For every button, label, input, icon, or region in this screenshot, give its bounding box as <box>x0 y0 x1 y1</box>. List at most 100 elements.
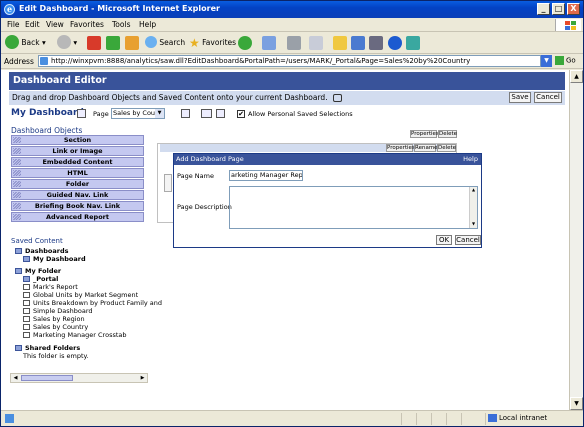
tree-report[interactable]: Global Units by Market Segment <box>23 291 138 299</box>
page-name-input[interactable]: arketing Manager Reports <box>229 170 303 181</box>
object-advanced-report[interactable]: Advanced Report <box>11 212 144 222</box>
allow-selections-label: Allow Personal Saved Selections <box>248 110 353 118</box>
object-folder[interactable]: Folder <box>11 179 144 189</box>
section-properties-button[interactable]: Properties <box>410 130 439 138</box>
folder-icon[interactable] <box>333 36 347 50</box>
forward-arrow-icon <box>57 35 71 49</box>
home-icon[interactable] <box>125 36 139 50</box>
scroll-down-icon[interactable]: ▼ <box>470 221 477 228</box>
page-select[interactable]: Sales by Country ▼ <box>111 108 165 119</box>
folder-icon <box>15 268 22 274</box>
maximize-button[interactable]: □ <box>552 3 565 15</box>
zone-label: Local intranet <box>499 414 548 422</box>
media-icon[interactable] <box>238 36 252 50</box>
tree-my-dashboard[interactable]: My Dashboard <box>23 255 86 263</box>
save-button[interactable]: Save <box>509 92 531 103</box>
column-rename-button[interactable]: Rename <box>414 144 438 152</box>
scroll-up-icon[interactable]: ▲ <box>570 70 583 83</box>
section-delete-button[interactable]: Delete <box>438 130 457 138</box>
cancel-button[interactable]: Cancel <box>534 92 562 103</box>
dialog-cancel-button[interactable]: Cancel <box>455 235 481 245</box>
column-properties-button[interactable]: Properties <box>386 144 415 152</box>
page-order-icon[interactable] <box>216 109 225 118</box>
tree-label: Simple Dashboard <box>33 307 93 315</box>
object-html[interactable]: HTML <box>11 168 144 178</box>
favorites-button[interactable]: ★ Favorites <box>189 35 236 51</box>
object-label: Guided Nav. Link <box>46 191 109 199</box>
dialog-title: Add Dashboard Page <box>174 154 481 165</box>
mail-icon[interactable] <box>262 36 276 50</box>
close-button[interactable]: X <box>567 3 580 15</box>
dashboard-properties-icon[interactable] <box>77 109 86 118</box>
research-icon[interactable] <box>369 36 383 50</box>
info-icon[interactable] <box>332 94 342 102</box>
tree-label: My Folder <box>25 267 62 275</box>
print-icon[interactable] <box>287 36 301 50</box>
object-label: Advanced Report <box>46 213 109 221</box>
folder-icon <box>15 345 22 351</box>
discuss-icon[interactable] <box>406 36 420 50</box>
tree-report[interactable]: Sales by Country <box>23 323 88 331</box>
browser-toolbar: Back ▾ ▾ Search ★ Favorites <box>1 32 583 54</box>
search-button[interactable]: Search <box>145 35 185 51</box>
tree-label: Shared Folders <box>25 344 81 352</box>
refresh-icon[interactable] <box>106 36 120 50</box>
dialog-ok-button[interactable]: OK <box>436 235 452 245</box>
menu-tools[interactable]: Tools <box>112 20 130 29</box>
status-divider <box>485 413 486 425</box>
edit-icon[interactable] <box>309 36 323 50</box>
scroll-down-icon[interactable]: ▼ <box>570 397 583 410</box>
tree-report[interactable]: Simple Dashboard <box>23 307 93 315</box>
object-briefing-book-link[interactable]: Briefing Book Nav. Link <box>11 201 144 211</box>
textarea-scrollbar[interactable]: ▲ ▼ <box>469 187 477 228</box>
dialog-help-link[interactable]: Help <box>463 154 478 165</box>
address-bar: Address http://winxpvm:8888/analytics/sa… <box>1 54 583 69</box>
stop-icon[interactable] <box>87 36 101 50</box>
tree-report[interactable]: Mark's Report <box>23 283 78 291</box>
object-link-image[interactable]: Link or Image <box>11 146 144 156</box>
messenger-icon[interactable] <box>351 36 365 50</box>
tree-label: Dashboards <box>25 247 69 255</box>
object-section[interactable]: Section <box>11 135 144 145</box>
scroll-thumb[interactable] <box>21 375 73 381</box>
menu-file[interactable]: File <box>7 20 20 29</box>
bluetooth-icon[interactable] <box>388 36 402 50</box>
address-dropdown[interactable]: ▼ <box>541 55 552 67</box>
tree-my-folder[interactable]: My Folder <box>15 267 61 275</box>
menu-edit[interactable]: Edit <box>25 20 40 29</box>
window-title: Edit Dashboard - Microsoft Internet Expl… <box>19 4 220 13</box>
folder-icon <box>23 256 30 262</box>
back-label: Back <box>21 38 40 47</box>
column-delete-button[interactable]: Delete <box>437 144 456 152</box>
tree-portal[interactable]: _Portal <box>23 275 58 283</box>
tree-dashboards[interactable]: Dashboards <box>15 247 69 255</box>
add-page-icon[interactable] <box>181 109 190 118</box>
scroll-right-icon[interactable]: ▶ <box>138 374 147 382</box>
allow-selections-checkbox[interactable]: ✔ <box>237 110 245 118</box>
tree-report[interactable]: Units Breakdown by Product Family and <box>23 299 162 307</box>
section-drop-zone <box>164 174 172 192</box>
object-guided-nav-link[interactable]: Guided Nav. Link <box>11 190 144 200</box>
tree-label: Mark's Report <box>33 283 78 291</box>
page-vertical-scrollbar[interactable]: ▲ ▼ <box>569 70 583 410</box>
editor-header: Dashboard Editor <box>9 72 565 90</box>
dashboard-name: My Dashboard <box>11 108 84 118</box>
back-button[interactable]: Back ▾ <box>5 35 46 51</box>
page-description-input[interactable]: ▲ ▼ <box>229 186 478 229</box>
go-button[interactable]: Go <box>555 56 576 65</box>
chevron-down-icon: ▼ <box>155 109 164 118</box>
page-properties-icon[interactable] <box>201 109 212 118</box>
minimize-button[interactable]: _ <box>537 3 550 15</box>
tree-horizontal-scrollbar[interactable]: ◀ ▶ <box>10 373 148 383</box>
menu-help[interactable]: Help <box>139 20 156 29</box>
tree-shared-folders[interactable]: Shared Folders <box>15 344 80 352</box>
scroll-left-icon[interactable]: ◀ <box>11 374 20 382</box>
tree-report[interactable]: Marketing Manager Crosstab <box>23 331 127 339</box>
tree-report[interactable]: Sales by Region <box>23 315 85 323</box>
menu-favorites[interactable]: Favorites <box>70 20 104 29</box>
forward-button[interactable]: ▾ <box>57 35 77 51</box>
address-input[interactable]: http://winxpvm:8888/analytics/saw.dll?Ed… <box>38 55 541 67</box>
scroll-up-icon[interactable]: ▲ <box>470 187 477 194</box>
menu-view[interactable]: View <box>46 20 64 29</box>
object-embedded-content[interactable]: Embedded Content <box>11 157 144 167</box>
